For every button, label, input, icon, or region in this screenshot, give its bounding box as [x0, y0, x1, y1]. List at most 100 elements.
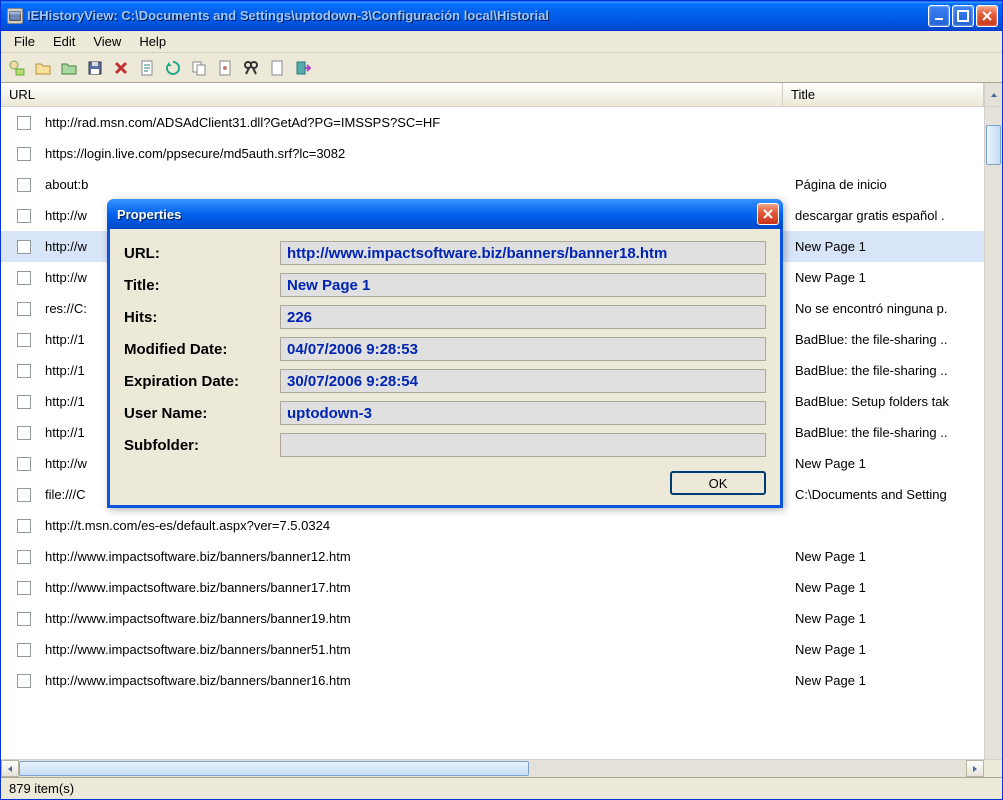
- row-checkbox[interactable]: [17, 550, 31, 564]
- status-bar: 879 item(s): [1, 777, 1002, 799]
- window-controls: [928, 5, 998, 27]
- vertical-scrollbar[interactable]: [984, 107, 1002, 759]
- toolbar: [1, 53, 1002, 83]
- label-user: User Name:: [124, 405, 280, 422]
- dialog-title: Properties: [117, 207, 757, 222]
- dialog-body: URL:http://www.impactsoftware.biz/banner…: [110, 229, 780, 505]
- value-title[interactable]: New Page 1: [280, 273, 766, 297]
- cell-title: No se encontró ninguna p.: [783, 301, 984, 316]
- cell-url: http://www.impactsoftware.biz/banners/ba…: [45, 580, 783, 595]
- hscroll-track[interactable]: [19, 760, 966, 777]
- value-subfolder[interactable]: [280, 433, 766, 457]
- row-checkbox[interactable]: [17, 116, 31, 130]
- value-expiration[interactable]: 30/07/2006 9:28:54: [280, 369, 766, 393]
- cell-url: about:b: [45, 177, 783, 192]
- row-checkbox[interactable]: [17, 364, 31, 378]
- row-checkbox[interactable]: [17, 519, 31, 533]
- close-button[interactable]: [976, 5, 998, 27]
- row-checkbox[interactable]: [17, 395, 31, 409]
- label-hits: Hits:: [124, 309, 280, 326]
- titlebar: IEHistoryView: C:\Documents and Settings…: [1, 1, 1002, 31]
- label-modified: Modified Date:: [124, 341, 280, 358]
- cell-title: New Page 1: [783, 642, 984, 657]
- value-hits[interactable]: 226: [280, 305, 766, 329]
- table-row[interactable]: http://www.impactsoftware.biz/banners/ba…: [1, 572, 984, 603]
- table-row[interactable]: http://www.impactsoftware.biz/banners/ba…: [1, 541, 984, 572]
- properties-dialog: Properties URL:http://www.impactsoftware…: [107, 199, 783, 508]
- cell-title: New Page 1: [783, 456, 984, 471]
- column-headers: URL Title: [1, 83, 1002, 107]
- table-row[interactable]: https://login.live.com/ppsecure/md5auth.…: [1, 138, 984, 169]
- refresh-icon[interactable]: [161, 56, 185, 80]
- row-checkbox[interactable]: [17, 612, 31, 626]
- menu-file[interactable]: File: [5, 32, 44, 51]
- exit-icon[interactable]: [291, 56, 315, 80]
- row-checkbox[interactable]: [17, 643, 31, 657]
- dialog-titlebar[interactable]: Properties: [107, 199, 783, 229]
- row-checkbox[interactable]: [17, 581, 31, 595]
- row-checkbox[interactable]: [17, 209, 31, 223]
- cell-title: descargar gratis español .: [783, 208, 984, 223]
- cell-title: BadBlue: Setup folders tak: [783, 394, 984, 409]
- cell-title: BadBlue: the file-sharing ..: [783, 425, 984, 440]
- window-title: IEHistoryView: C:\Documents and Settings…: [27, 8, 928, 23]
- cell-title: C:\Documents and Setting: [783, 487, 984, 502]
- row-checkbox[interactable]: [17, 147, 31, 161]
- row-checkbox[interactable]: [17, 240, 31, 254]
- row-checkbox[interactable]: [17, 271, 31, 285]
- cell-title: Página de inicio: [783, 177, 984, 192]
- horizontal-scrollbar[interactable]: [1, 759, 1002, 777]
- delete-icon[interactable]: [109, 56, 133, 80]
- dialog-close-button[interactable]: [757, 203, 779, 225]
- cell-url: http://www.impactsoftware.biz/banners/ba…: [45, 673, 783, 688]
- open-url-icon[interactable]: [57, 56, 81, 80]
- save-icon[interactable]: [83, 56, 107, 80]
- menu-help[interactable]: Help: [130, 32, 175, 51]
- open-folder-icon[interactable]: [31, 56, 55, 80]
- scroll-up-icon[interactable]: [984, 83, 1002, 106]
- hscroll-thumb[interactable]: [19, 761, 529, 776]
- scrollbar-thumb[interactable]: [986, 125, 1001, 165]
- cell-title: New Page 1: [783, 239, 984, 254]
- cell-url: http://t.msn.com/es-es/default.aspx?ver=…: [45, 518, 783, 533]
- cell-title: New Page 1: [783, 673, 984, 688]
- find-icon[interactable]: [239, 56, 263, 80]
- scroll-right-icon[interactable]: [966, 760, 984, 777]
- scroll-left-icon[interactable]: [1, 760, 19, 777]
- maximize-button[interactable]: [952, 5, 974, 27]
- menu-view[interactable]: View: [84, 32, 130, 51]
- value-modified[interactable]: 04/07/2006 9:28:53: [280, 337, 766, 361]
- table-row[interactable]: http://www.impactsoftware.biz/banners/ba…: [1, 603, 984, 634]
- label-url: URL:: [124, 245, 280, 262]
- row-checkbox[interactable]: [17, 488, 31, 502]
- row-checkbox[interactable]: [17, 178, 31, 192]
- new-page-icon[interactable]: [265, 56, 289, 80]
- table-row[interactable]: http://t.msn.com/es-es/default.aspx?ver=…: [1, 510, 984, 541]
- cell-url: http://www.impactsoftware.biz/banners/ba…: [45, 549, 783, 564]
- cell-url: http://www.impactsoftware.biz/banners/ba…: [45, 611, 783, 626]
- table-row[interactable]: http://rad.msn.com/ADSAdClient31.dll?Get…: [1, 107, 984, 138]
- value-user[interactable]: uptodown-3: [280, 401, 766, 425]
- copy-icon[interactable]: [187, 56, 211, 80]
- column-header-url[interactable]: URL: [1, 83, 783, 106]
- report-icon[interactable]: [135, 56, 159, 80]
- row-checkbox[interactable]: [17, 674, 31, 688]
- scroll-corner: [984, 760, 1002, 777]
- table-row[interactable]: about:bPágina de inicio: [1, 169, 984, 200]
- label-expiration: Expiration Date:: [124, 373, 280, 390]
- select-folder-icon[interactable]: [5, 56, 29, 80]
- row-checkbox[interactable]: [17, 333, 31, 347]
- minimize-button[interactable]: [928, 5, 950, 27]
- table-row[interactable]: http://www.impactsoftware.biz/banners/ba…: [1, 665, 984, 696]
- row-checkbox[interactable]: [17, 302, 31, 316]
- cell-title: New Page 1: [783, 549, 984, 564]
- cell-url: http://rad.msn.com/ADSAdClient31.dll?Get…: [45, 115, 783, 130]
- properties-icon[interactable]: [213, 56, 237, 80]
- menu-edit[interactable]: Edit: [44, 32, 84, 51]
- table-row[interactable]: http://www.impactsoftware.biz/banners/ba…: [1, 634, 984, 665]
- column-header-title[interactable]: Title: [783, 83, 984, 106]
- row-checkbox[interactable]: [17, 426, 31, 440]
- value-url[interactable]: http://www.impactsoftware.biz/banners/ba…: [280, 241, 766, 265]
- ok-button[interactable]: OK: [670, 471, 766, 495]
- row-checkbox[interactable]: [17, 457, 31, 471]
